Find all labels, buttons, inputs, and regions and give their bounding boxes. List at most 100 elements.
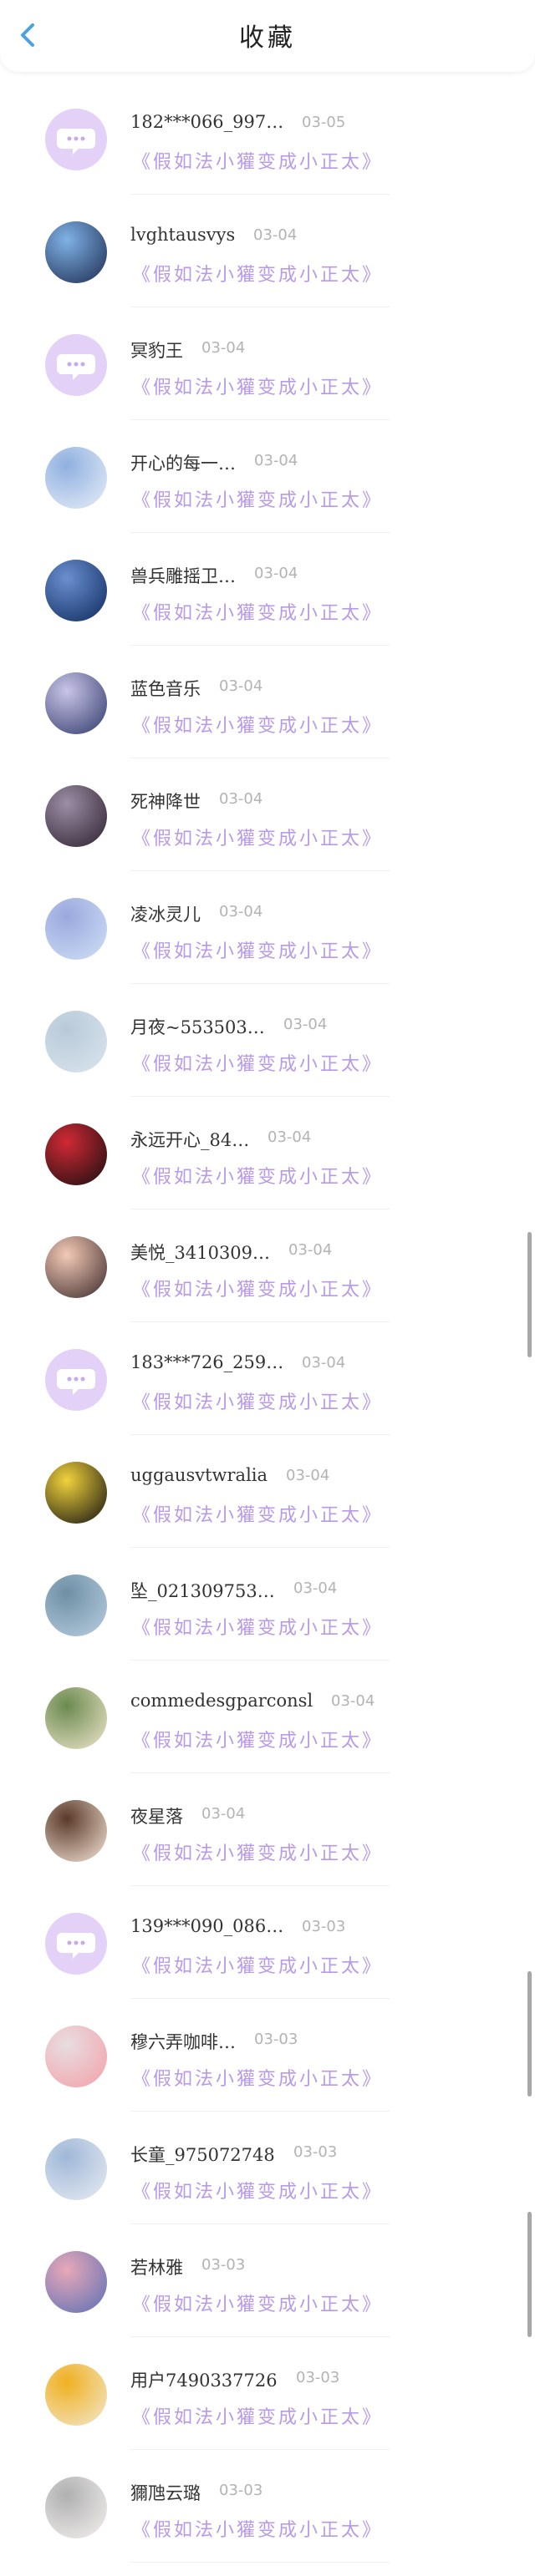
avatar[interactable] <box>45 2477 107 2538</box>
favorite-date: 03-04 <box>219 790 263 808</box>
favorited-work-title[interactable]: 《假如法小獾变成小正太》 <box>132 1838 383 1865</box>
user-name: 獮虺云璐 <box>130 2483 201 2503</box>
favorited-work-title[interactable]: 《假如法小獾变成小正太》 <box>132 2289 383 2316</box>
favorited-work-title[interactable]: 《假如法小獾变成小正太》 <box>132 2515 383 2542</box>
divider <box>130 1321 390 1322</box>
list-item[interactable]: 冥豹王 03-04 《假如法小獾变成小正太》 <box>0 321 535 434</box>
chat-bubble-icon <box>57 354 95 380</box>
favorited-work-title[interactable]: 《假如法小獾变成小正太》 <box>132 260 383 287</box>
avatar-chat-bubble-icon[interactable] <box>45 1349 107 1411</box>
favorited-work-title[interactable]: 《假如法小獾变成小正太》 <box>132 147 383 174</box>
favorited-work-title[interactable]: 《假如法小獾变成小正太》 <box>132 485 383 512</box>
scrollbar-thumb[interactable] <box>527 1971 532 2097</box>
favorite-date: 03-04 <box>283 1016 328 1033</box>
favorited-work-title[interactable]: 《假如法小獾变成小正太》 <box>132 1162 383 1189</box>
favorites-list: 182***066_997… 03-05 《假如法小獾变成小正太》 lvghtausv… <box>0 95 535 2576</box>
list-item[interactable]: 开心的每一… 03-04 《假如法小獾变成小正太》 <box>0 434 535 546</box>
list-item[interactable]: lvghtausvys 03-04 《假如法小獾变成小正太》 <box>0 208 535 321</box>
chat-bubble-icon <box>57 129 95 155</box>
avatar-chat-bubble-icon[interactable] <box>45 334 107 396</box>
avatar[interactable] <box>45 1575 107 1636</box>
favorite-date: 03-04 <box>268 1128 312 1146</box>
avatar-chat-bubble-icon[interactable] <box>45 109 107 170</box>
favorite-date: 03-04 <box>219 903 263 920</box>
avatar[interactable] <box>45 560 107 621</box>
user-name: 用户7490337726 <box>130 2371 278 2391</box>
list-item[interactable]: 永远开心_84… 03-04 《假如法小獾变成小正太》 <box>0 1110 535 1223</box>
avatar[interactable] <box>45 1687 107 1749</box>
user-name: 穆六弄咖啡… <box>130 2032 236 2052</box>
list-item[interactable]: 夜星落 03-04 《假如法小獾变成小正太》 <box>0 1787 535 1899</box>
favorited-work-title[interactable]: 《假如法小獾变成小正太》 <box>132 711 383 738</box>
avatar[interactable] <box>45 898 107 960</box>
user-name: 冥豹王 <box>130 341 183 361</box>
list-item[interactable]: 183***726_259… 03-04 《假如法小獾变成小正太》 <box>0 1336 535 1448</box>
favorited-work-title[interactable]: 《假如法小獾变成小正太》 <box>132 824 383 850</box>
favorited-work-title[interactable]: 《假如法小獾变成小正太》 <box>132 1275 383 1301</box>
list-item[interactable]: 用户7490337726 03-03 《假如法小獾变成小正太》 <box>0 2350 535 2463</box>
favorited-work-title[interactable]: 《假如法小獾变成小正太》 <box>132 373 383 399</box>
favorited-work-title[interactable]: 《假如法小獾变成小正太》 <box>132 2177 383 2203</box>
avatar[interactable] <box>45 2138 107 2200</box>
favorited-work-title[interactable]: 《假如法小獾变成小正太》 <box>132 1951 383 1978</box>
avatar[interactable] <box>45 221 107 283</box>
scrollbar-thumb[interactable] <box>527 1232 532 1357</box>
avatar-chat-bubble-icon[interactable] <box>45 1913 107 1975</box>
favorite-date: 03-04 <box>293 1580 338 1597</box>
user-name: 若林雅 <box>130 2258 183 2278</box>
list-item[interactable]: 蓝色音乐 03-04 《假如法小獾变成小正太》 <box>0 659 535 772</box>
list-item[interactable]: 兽兵雕摇卫… 03-04 《假如法小獾变成小正太》 <box>0 546 535 659</box>
favorite-date: 03-03 <box>302 1918 346 1935</box>
favorite-date: 03-03 <box>296 2369 340 2386</box>
avatar[interactable] <box>45 2251 107 2313</box>
favorited-work-title[interactable]: 《假如法小獾变成小正太》 <box>132 1726 383 1752</box>
divider <box>130 419 390 420</box>
list-item[interactable]: 死神降世 03-04 《假如法小獾变成小正太》 <box>0 772 535 885</box>
favorited-work-title[interactable]: 《假如法小獾变成小正太》 <box>132 1613 383 1640</box>
scrollbar-thumb[interactable] <box>527 2212 532 2337</box>
list-item[interactable]: 穆六弄咖啡… 03-03 《假如法小獾变成小正太》 <box>0 2012 535 2125</box>
favorited-work-title[interactable]: 《假如法小獾变成小正太》 <box>132 936 383 963</box>
chat-bubble-icon <box>57 1933 95 1959</box>
avatar[interactable] <box>45 1123 107 1185</box>
list-item[interactable]: uggausvtwralia 03-04 《假如法小獾变成小正太》 <box>0 1448 535 1561</box>
favorited-work-title[interactable]: 《假如法小獾变成小正太》 <box>132 1387 383 1414</box>
list-item[interactable]: commedesgparconsl 03-04 《假如法小獾变成小正太》 <box>0 1674 535 1787</box>
divider <box>130 645 390 646</box>
avatar[interactable] <box>45 785 107 847</box>
avatar[interactable] <box>45 1236 107 1298</box>
avatar[interactable] <box>45 2364 107 2426</box>
favorited-work-title[interactable]: 《假如法小獾变成小正太》 <box>132 2402 383 2429</box>
favorite-date: 03-04 <box>219 677 263 695</box>
list-item[interactable]: 獮虺云璐 03-03 《假如法小獾变成小正太》 <box>0 2463 535 2576</box>
avatar[interactable] <box>45 2026 107 2087</box>
avatar[interactable] <box>45 672 107 734</box>
list-item[interactable]: 美悦_3410309… 03-04 《假如法小獾变成小正太》 <box>0 1223 535 1336</box>
list-item[interactable]: 长童_975072748 03-03 《假如法小獾变成小正太》 <box>0 2125 535 2238</box>
list-item[interactable]: 坠_021309753… 03-04 《假如法小獾变成小正太》 <box>0 1561 535 1674</box>
list-item[interactable]: 若林雅 03-03 《假如法小獾变成小正太》 <box>0 2238 535 2350</box>
divider <box>130 2111 390 2112</box>
user-name: 死神降世 <box>130 792 201 812</box>
avatar[interactable] <box>45 1011 107 1072</box>
list-item[interactable]: 182***066_997… 03-05 《假如法小獾变成小正太》 <box>0 95 535 208</box>
list-item[interactable]: 月夜~553503… 03-04 《假如法小獾变成小正太》 <box>0 997 535 1110</box>
favorited-work-title[interactable]: 《假如法小獾变成小正太》 <box>132 1500 383 1527</box>
favorited-work-title[interactable]: 《假如法小獾变成小正太》 <box>132 2064 383 2091</box>
user-name: commedesgparconsl <box>130 1691 313 1711</box>
favorite-date: 03-04 <box>302 1354 346 1372</box>
favorited-work-title[interactable]: 《假如法小獾变成小正太》 <box>132 598 383 625</box>
avatar[interactable] <box>45 1462 107 1524</box>
favorite-date: 03-03 <box>201 2256 246 2274</box>
favorited-work-title[interactable]: 《假如法小獾变成小正太》 <box>132 1049 383 1076</box>
avatar[interactable] <box>45 1800 107 1862</box>
divider <box>130 2562 390 2563</box>
list-item[interactable]: 139***090_086… 03-03 《假如法小獾变成小正太》 <box>0 1899 535 2012</box>
favorite-date: 03-03 <box>219 2482 263 2499</box>
divider <box>130 2449 390 2450</box>
avatar[interactable] <box>45 447 107 509</box>
list-item[interactable]: 凌冰灵儿 03-04 《假如法小獾变成小正太》 <box>0 885 535 997</box>
favorite-date: 03-04 <box>201 1805 246 1823</box>
divider <box>130 870 390 871</box>
favorite-date: 03-04 <box>254 565 298 582</box>
